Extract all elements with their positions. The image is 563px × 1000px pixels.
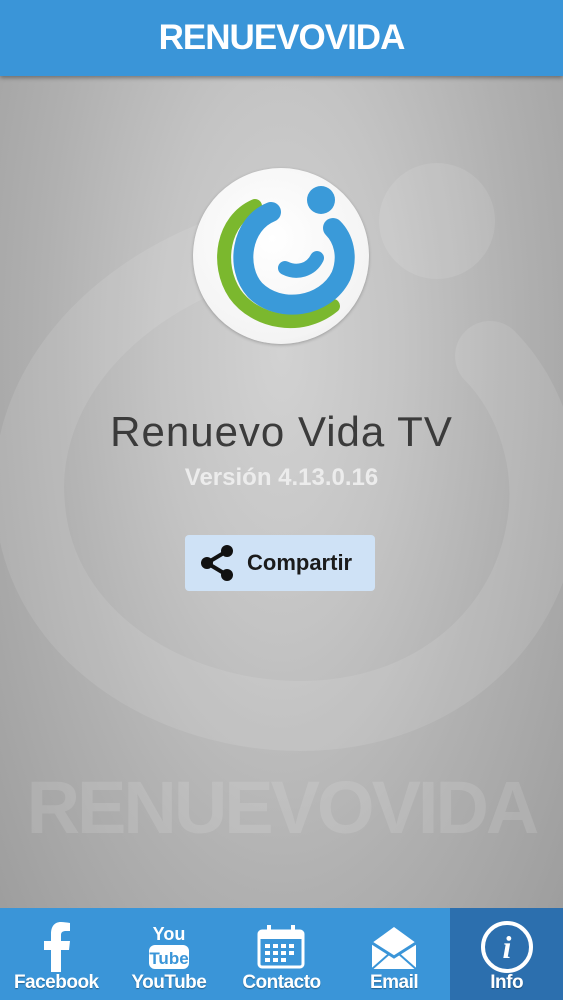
share-label: Compartir	[247, 550, 353, 575]
share-button[interactable]: Compartir	[185, 535, 375, 591]
calendar-icon	[257, 925, 305, 969]
tab-label-facebook: Facebook	[13, 972, 99, 993]
tab-label-email: Email	[369, 972, 419, 993]
watermark-text: RENUEVOVIDA	[26, 766, 540, 849]
tab-contacto[interactable]: Contacto	[225, 908, 338, 1000]
app-name: Renuevo Vida TV	[110, 408, 453, 455]
tab-label-youtube: YouTube	[131, 972, 207, 993]
tab-label-contacto: Contacto	[242, 972, 321, 993]
tab-facebook[interactable]: Facebook	[0, 908, 113, 1000]
svg-text:Tube: Tube	[149, 949, 188, 968]
tab-email[interactable]: Email	[338, 908, 451, 1000]
svg-text:i: i	[502, 929, 511, 965]
tab-info[interactable]: i Info	[450, 908, 563, 1000]
tab-label-info: Info	[490, 972, 524, 993]
app-screen: RENUEVOVIDA RENUEVOVIDA Renuevo Vida TV …	[0, 0, 563, 1000]
app-logo	[193, 168, 369, 344]
envelope-icon	[371, 927, 417, 970]
share-icon	[201, 545, 233, 581]
header-title: RENUEVOVIDA	[158, 18, 406, 57]
svg-text:You: You	[153, 924, 186, 944]
tab-youtube[interactable]: You Tube YouTube	[113, 908, 226, 1000]
app-version: Versión 4.13.0.16	[184, 464, 379, 491]
youtube-icon: You Tube	[148, 924, 189, 969]
info-icon: i	[480, 921, 533, 973]
bottom-tab-bar: Facebook You Tube YouTube Contacto Email…	[0, 908, 563, 1000]
facebook-icon	[44, 922, 71, 972]
top-header: RENUEVOVIDA	[0, 0, 563, 76]
